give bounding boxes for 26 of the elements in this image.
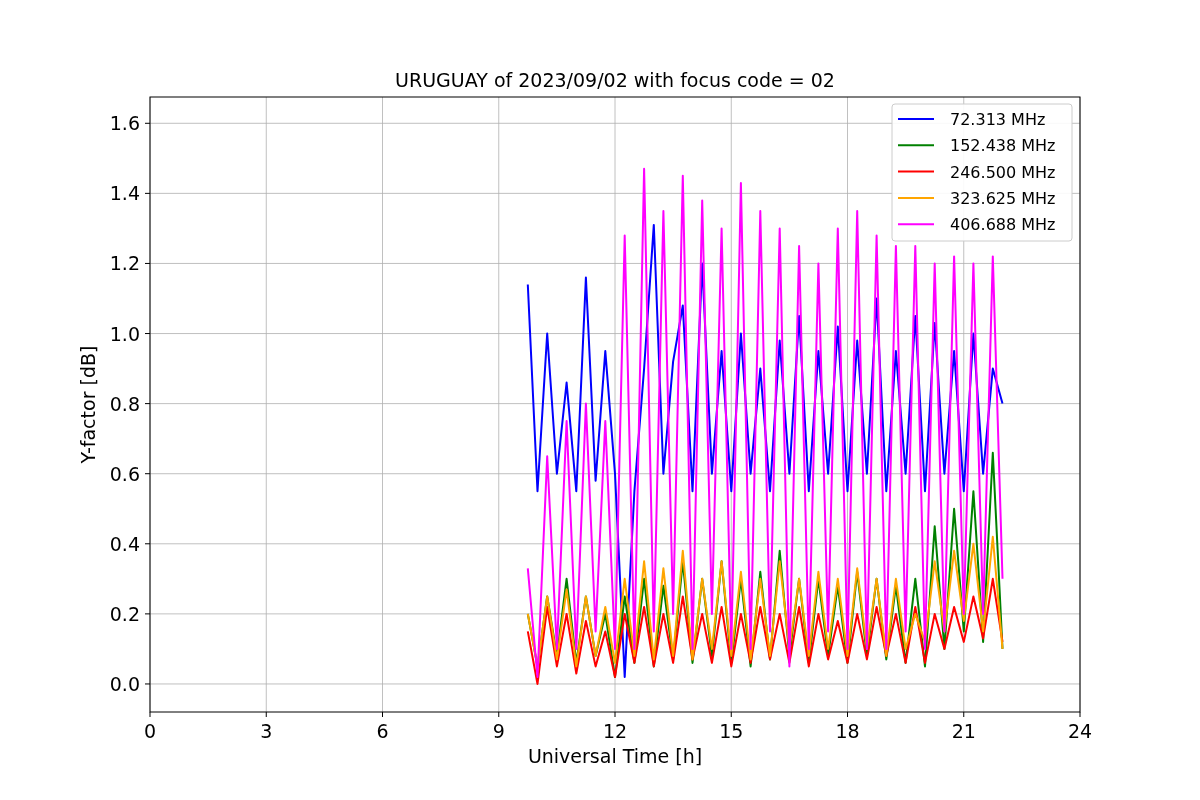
tick-label: 1.0 (109, 322, 140, 345)
legend-label: 72.313 MHz (950, 110, 1046, 129)
tick-label: 6 (376, 720, 389, 742)
tick-label: 18 (835, 720, 860, 742)
tick-label: 3 (260, 720, 273, 742)
tick-label: 12 (602, 720, 628, 742)
legend-label: 152.438 MHz (950, 136, 1056, 156)
tick-label: 21 (951, 720, 976, 742)
tick-label: 24 (1067, 720, 1093, 742)
tick-label: 1.4 (109, 182, 140, 205)
x-axis-label: Universal Time [h] (527, 745, 703, 767)
tick-label: 0.4 (109, 532, 140, 555)
legend-label: 406.688 MHz (950, 215, 1056, 235)
legend-label: 323.625 MHz (950, 188, 1056, 208)
tick-label: 0.2 (109, 602, 140, 625)
tick-label: 0.0 (109, 672, 140, 695)
tick-label: 0.8 (109, 392, 140, 415)
chart-title: URUGUAY of 2023/09/02 with focus code = 02 (395, 69, 835, 91)
legend-label: 246.500 MHz (950, 162, 1056, 182)
y-axis-label: Y-factor [dB] (77, 345, 99, 464)
tick-label: 15 (719, 720, 744, 742)
tick-label: 1.2 (109, 252, 140, 275)
tick-label: 0 (143, 720, 157, 742)
tick-label: 0.6 (109, 462, 140, 485)
tick-label: 9 (492, 720, 505, 742)
tick-label: 1.6 (109, 112, 140, 135)
